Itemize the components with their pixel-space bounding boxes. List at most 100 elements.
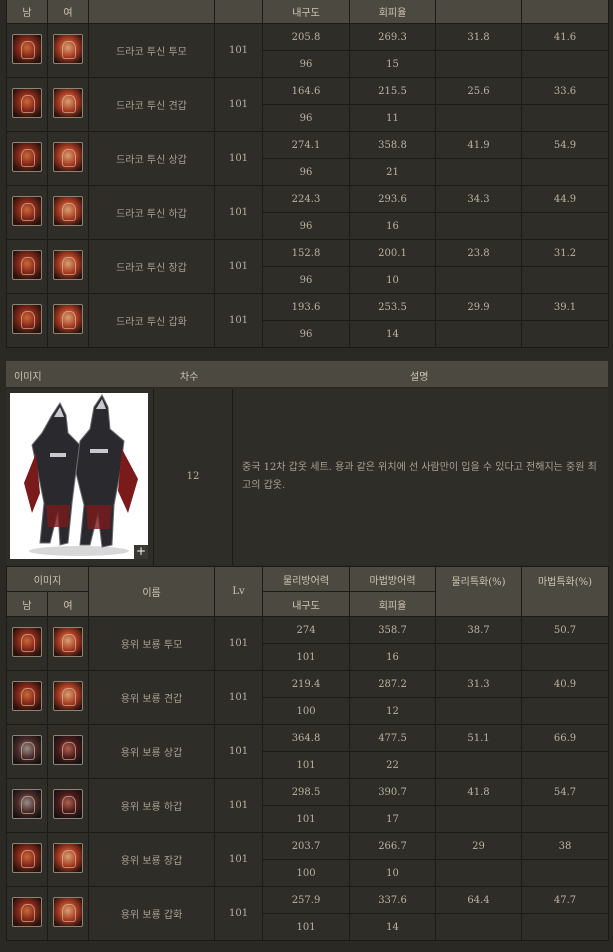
item-level: 101 (214, 239, 263, 294)
item-name: 용위 보룡 견갑 (88, 670, 216, 725)
set-info-panel: 이미지 차수 설명 + 12 중국 12차 갑옷 세트. 용과 같은 위치에 선… (6, 361, 608, 565)
table-row: 용위 보룡 하갑 101 298.5 390.7 41.8 54.7 (6, 778, 610, 833)
blank-cell (435, 859, 523, 887)
set-info-body: + 12 중국 12차 갑옷 세트. 용과 같은 위치에 선 사람만이 입을 수… (6, 389, 608, 565)
armor-piece-female-icon[interactable] (53, 897, 83, 927)
mag-def-value: 293.6 (349, 185, 436, 213)
table-row: 용위 보룡 상갑 101 364.8 477.5 51.1 66.9 (6, 724, 610, 779)
female-icon-cell (47, 185, 89, 240)
durability-header: 내구도 (262, 0, 350, 24)
phys-crit-value: 25.6 (435, 77, 522, 105)
mag-def-value: 215.5 (349, 77, 436, 105)
evasion-value: 22 (349, 751, 437, 779)
tier-header: 차수 (180, 372, 199, 383)
mag-def-header: 마법방어력 (349, 566, 437, 592)
mag-def-value: 477.5 (349, 724, 437, 752)
phys-def-value: 364.8 (262, 724, 351, 752)
mag-def-value: 287.2 (349, 670, 437, 698)
mag-crit-value: 47.7 (521, 886, 610, 914)
evasion-header: 회피율 (349, 0, 436, 24)
item-level: 101 (214, 23, 263, 78)
phys-def-value: 205.8 (262, 23, 350, 51)
male-icon-cell (6, 616, 48, 671)
armor-piece-male-icon[interactable] (12, 250, 42, 280)
durability-value: 96 (262, 320, 350, 348)
lv-header: Lv (214, 566, 264, 617)
durability-value: 96 (262, 212, 350, 240)
blank-cell (521, 859, 610, 887)
armor-piece-male-icon[interactable] (12, 88, 42, 118)
armor-piece-female-icon[interactable] (53, 88, 83, 118)
armor-piece-male-icon[interactable] (12, 627, 42, 657)
durability-value: 96 (262, 50, 350, 78)
phys-def-header: 물리방어력 (262, 566, 351, 592)
armor-piece-male-icon[interactable] (12, 681, 42, 711)
female-icon-cell (47, 77, 89, 132)
armor-piece-male-icon[interactable] (12, 735, 42, 765)
blank-cell (521, 266, 609, 294)
blank-cell (435, 751, 523, 779)
phys-def-value: 298.5 (262, 778, 351, 806)
durability-value: 101 (262, 913, 351, 941)
item-name: 드라코 투신 투모 (88, 23, 215, 78)
phys-crit-value: 31.8 (435, 23, 522, 51)
mag-crit-value: 33.6 (521, 77, 609, 105)
evasion-header: 회피율 (349, 591, 437, 617)
item-name: 용위 보룡 갑화 (88, 886, 216, 941)
armor-piece-male-icon[interactable] (12, 843, 42, 873)
phys-def-value: 274 (262, 616, 351, 644)
enlarge-icon[interactable]: + (134, 545, 148, 559)
armor-piece-female-icon[interactable] (53, 627, 83, 657)
phys-crit-value: 38.7 (435, 616, 523, 644)
male-icon-cell (6, 832, 48, 887)
armor-piece-female-icon[interactable] (53, 304, 83, 334)
mag-crit-value: 54.9 (521, 131, 609, 159)
phys-crit-value: 41.8 (435, 778, 523, 806)
armor-piece-male-icon[interactable] (12, 34, 42, 64)
male-icon-cell (6, 293, 48, 348)
blank-cell (521, 320, 609, 348)
male-header: 남 (6, 0, 48, 24)
female-icon-cell (46, 616, 90, 671)
armor-piece-male-icon[interactable] (12, 897, 42, 927)
female-icon-cell (46, 832, 90, 887)
armor-piece-female-icon[interactable] (53, 735, 83, 765)
blank-cell (521, 913, 610, 941)
armor-piece-female-icon[interactable] (53, 250, 83, 280)
male-icon-cell (6, 131, 48, 186)
item-name: 용위 보룡 투모 (88, 616, 216, 671)
mag-crit-value: 38 (521, 832, 610, 860)
armor-piece-male-icon[interactable] (12, 789, 42, 819)
item-level: 101 (214, 185, 263, 240)
durability-value: 96 (262, 266, 350, 294)
item-level: 101 (214, 886, 264, 941)
phys-def-value: 164.6 (262, 77, 350, 105)
blank-header (435, 0, 522, 24)
mag-crit-value: 66.9 (521, 724, 610, 752)
armor-piece-female-icon[interactable] (53, 34, 83, 64)
armor-piece-male-icon[interactable] (12, 142, 42, 172)
armor-piece-male-icon[interactable] (12, 196, 42, 226)
evasion-value: 14 (349, 320, 436, 348)
blank-cell (521, 158, 609, 186)
phys-crit-value: 29.9 (435, 293, 522, 321)
evasion-value: 16 (349, 643, 437, 671)
armor-piece-female-icon[interactable] (53, 196, 83, 226)
armor-set-preview-image[interactable]: + (10, 393, 148, 559)
armor-piece-female-icon[interactable] (53, 681, 83, 711)
armor-piece-female-icon[interactable] (53, 843, 83, 873)
armor-piece-female-icon[interactable] (53, 142, 83, 172)
evasion-value: 14 (349, 913, 437, 941)
phys-def-value: 274.1 (262, 131, 350, 159)
item-level: 101 (214, 293, 263, 348)
evasion-value: 12 (349, 697, 437, 725)
female-icon-cell (46, 670, 90, 725)
mag-crit-value: 31.2 (521, 239, 609, 267)
female-icon-cell (47, 23, 89, 78)
blank-header (521, 0, 609, 24)
armor-piece-female-icon[interactable] (53, 789, 83, 819)
armor-piece-male-icon[interactable] (12, 304, 42, 334)
blank-cell (521, 212, 609, 240)
item-level: 101 (214, 77, 263, 132)
image-header: 이미지 (14, 372, 42, 383)
